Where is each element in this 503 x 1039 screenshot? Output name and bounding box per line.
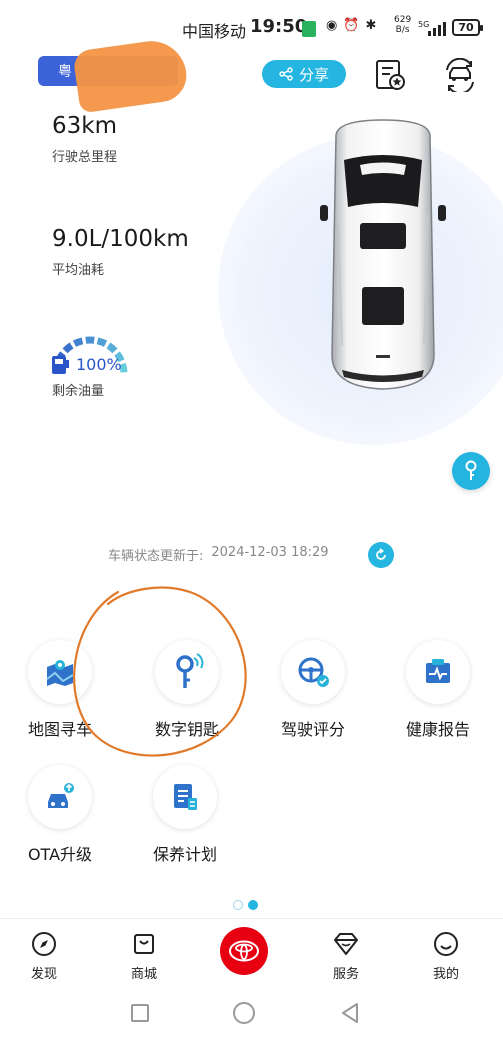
nav-service[interactable]: 服务 — [311, 931, 381, 982]
bluetooth-icon: ✱ — [365, 18, 377, 33]
switch-vehicle-icon[interactable] — [442, 58, 478, 92]
digital-key-fab[interactable] — [452, 452, 490, 490]
fuel-gauge-segment — [96, 337, 108, 347]
share-label: 分享 — [298, 65, 329, 84]
fuel-consumption-label: 平均油耗 — [52, 263, 105, 278]
signal-icon — [428, 20, 446, 36]
service-maintenance-plan[interactable]: 保养计划 — [130, 765, 240, 865]
eye-icon: ◉ — [326, 18, 338, 33]
diamond-icon — [334, 933, 358, 955]
battery-indicator: 70 — [452, 19, 483, 36]
nav-label: 我的 — [432, 967, 459, 982]
recent-apps-button[interactable] — [131, 1004, 149, 1022]
page-dot[interactable] — [233, 900, 243, 910]
service-label: 数字钥匙 — [154, 720, 219, 739]
page-dot-active[interactable] — [248, 900, 258, 910]
service-driving-score[interactable]: 驾驶评分 — [258, 640, 368, 740]
service-ota-upgrade[interactable]: OTA升级 — [5, 765, 115, 865]
carrier-label: 中国移动 — [182, 22, 247, 41]
update-timestamp: 2024-12-03 18:29 — [211, 545, 329, 560]
share-icon — [279, 67, 293, 81]
status-bar: 中国移动 19:50 ◉ ⏰ ✱ 629 B/s 5G 70 — [0, 0, 503, 52]
nav-label: 商城 — [130, 967, 157, 982]
mileage-label: 行驶总里程 — [52, 150, 118, 165]
service-label: 地图寻车 — [27, 720, 92, 739]
service-digital-key[interactable]: 数字钥匙 — [132, 640, 242, 740]
service-label: OTA升级 — [27, 845, 93, 864]
fuel-level-value: 100% — [76, 355, 122, 374]
nav-mall[interactable]: 商城 — [109, 931, 179, 982]
bottom-navigation: 发现 商城 服务 我的 — [0, 918, 503, 990]
key-icon — [155, 640, 219, 704]
page-indicator — [233, 900, 258, 910]
system-navigation-bar — [0, 990, 503, 1039]
nav-discover[interactable]: 发现 — [9, 931, 79, 982]
vehicle-top-view — [320, 119, 446, 390]
service-label: 健康报告 — [405, 720, 470, 739]
net-speed: 629 B/s — [394, 15, 411, 35]
net-speed-value: 629 — [394, 15, 412, 25]
fuel-level-label: 剩余油量 — [52, 384, 105, 399]
home-button[interactable] — [233, 1002, 255, 1024]
refresh-button[interactable] — [368, 542, 394, 568]
shopping-bag-icon — [134, 934, 154, 954]
ota-car-icon — [28, 765, 92, 829]
maintenance-doc-icon — [153, 765, 217, 829]
status-icons: ◉ ⏰ ✱ — [326, 18, 376, 33]
wechat-notification-icon — [302, 21, 316, 37]
share-button[interactable]: 分享 — [262, 60, 346, 88]
fuel-gauge-segment — [62, 342, 74, 354]
plate-text: 粤 — [58, 64, 72, 80]
alarm-icon: ⏰ — [343, 18, 360, 33]
service-label: 驾驶评分 — [280, 720, 345, 739]
service-map-find-car[interactable]: 地图寻车 — [5, 640, 115, 740]
update-label: 车辆状态更新于: — [108, 549, 204, 564]
mileage-value: 63km — [52, 113, 117, 139]
nav-label: 服务 — [332, 967, 359, 982]
back-button[interactable] — [340, 1002, 360, 1024]
fuel-gauge-segment — [72, 337, 84, 347]
toyota-logo-icon — [229, 940, 259, 962]
document-star-icon[interactable] — [373, 58, 407, 92]
nav-profile[interactable]: 我的 — [411, 931, 481, 982]
compass-icon — [32, 932, 56, 956]
net-speed-unit: B/s — [395, 25, 410, 35]
health-report-icon — [406, 640, 470, 704]
map-pin-icon — [28, 640, 92, 704]
status-update-line: 车辆状态更新于: 2024-12-03 18:29 — [108, 545, 329, 564]
smiley-icon — [434, 932, 458, 956]
nav-label: 发现 — [30, 967, 57, 982]
refresh-icon — [376, 548, 386, 560]
steering-wheel-icon — [281, 640, 345, 704]
clock: 19:50 — [250, 16, 308, 37]
fuel-gauge-segment — [106, 342, 118, 354]
service-health-report[interactable]: 健康报告 — [383, 640, 493, 740]
service-label: 保养计划 — [152, 845, 217, 864]
fuel-gauge-segment — [119, 362, 128, 373]
key-icon — [465, 460, 477, 480]
fuel-consumption-value: 9.0L/100km — [52, 226, 189, 252]
nav-home-brand[interactable] — [220, 927, 268, 975]
